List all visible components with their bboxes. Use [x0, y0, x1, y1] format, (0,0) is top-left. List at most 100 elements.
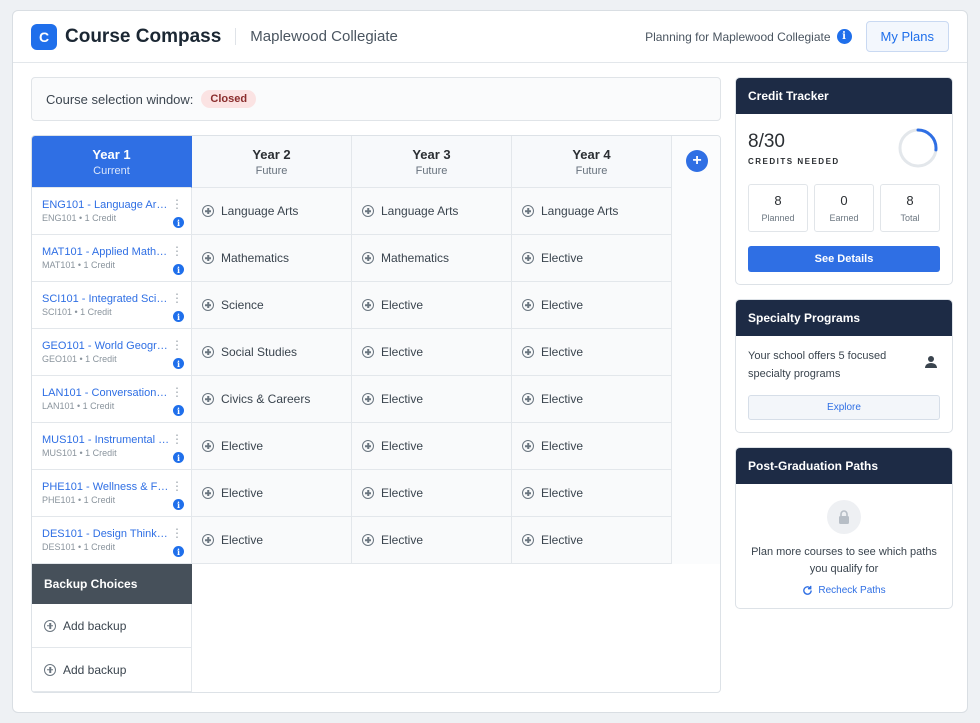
add-course-slot[interactable]: Elective	[512, 517, 672, 564]
info-icon[interactable]: i	[173, 217, 184, 228]
add-alternate-slot[interactable]: Add backup	[32, 604, 192, 648]
planned-course-card[interactable]: MAT101 - Applied Mathematics MAT101 • 1 C…	[32, 235, 192, 282]
info-icon[interactable]: i	[173, 264, 184, 275]
course-name[interactable]: DES101 - Design Thinking Lab	[42, 528, 170, 540]
add-course-slot[interactable]: Elective	[352, 376, 512, 423]
course-name[interactable]: PHE101 - Wellness & Fitness	[42, 481, 170, 493]
refresh-icon	[803, 586, 813, 596]
explore-button[interactable]: Explore	[748, 395, 940, 421]
add-course-slot[interactable]: Language Arts	[192, 188, 352, 235]
plus-circle-icon	[362, 440, 374, 452]
course-meta: MUS101 • 1 Credit	[42, 448, 117, 458]
add-course-slot[interactable]: Mathematics	[192, 235, 352, 282]
planned-course-card[interactable]: MUS101 - Instrumental Music MUS101 • 1 Cr…	[32, 423, 192, 470]
slot-label: Language Arts	[381, 204, 459, 218]
plus-circle-icon	[202, 299, 214, 311]
add-course-slot[interactable]: Civics & Careers	[192, 376, 352, 423]
add-course-slot[interactable]: Elective	[352, 282, 512, 329]
planned-course-card[interactable]: DES101 - Design Thinking Lab DES101 • 1 C…	[32, 517, 192, 564]
credits-caption: CREDITS NEEDED	[748, 156, 840, 166]
credit-stat: 8 Total	[880, 184, 940, 232]
add-column-area: +	[672, 136, 720, 564]
planned-course-card[interactable]: PHE101 - Wellness & Fitness PHE101 • 1 Cr…	[32, 470, 192, 517]
course-meta: DES101 • 1 Credit	[42, 542, 116, 552]
add-course-slot[interactable]: Elective	[192, 423, 352, 470]
more-options-icon[interactable]: ⋮	[171, 433, 183, 445]
info-icon[interactable]: i	[836, 29, 852, 44]
plus-circle-icon	[362, 346, 374, 358]
plus-circle-icon	[202, 252, 214, 264]
recheck-paths-link[interactable]: Recheck Paths	[748, 585, 940, 596]
info-icon[interactable]: i	[173, 311, 184, 322]
add-course-slot[interactable]: Elective	[352, 329, 512, 376]
add-course-slot[interactable]: Elective	[352, 423, 512, 470]
see-details-button[interactable]: See Details	[748, 246, 940, 272]
specialty-text: Your school offers 5 focused specialty p…	[748, 350, 887, 380]
add-course-slot[interactable]: Elective	[512, 329, 672, 376]
add-course-slot[interactable]: Science	[192, 282, 352, 329]
more-options-icon[interactable]: ⋮	[171, 245, 183, 257]
planned-course-card[interactable]: SCI101 - Integrated Science SCI101 • 1 Cr…	[32, 282, 192, 329]
view-plans-button[interactable]: My Plans	[865, 21, 949, 52]
add-course-slot[interactable]: Elective	[352, 517, 512, 564]
top-bar: C Course Compass Maplewood Collegiate Pl…	[13, 11, 967, 63]
slot-label: Mathematics	[381, 251, 450, 265]
plus-circle-icon	[522, 205, 534, 217]
more-options-icon[interactable]: ⋮	[171, 527, 183, 539]
add-course-slot[interactable]: Elective	[512, 235, 672, 282]
planned-course-card[interactable]: LAN101 - Conversational Spanish LAN101 • …	[32, 376, 192, 423]
course-name[interactable]: MUS101 - Instrumental Music	[42, 434, 170, 446]
plus-circle-icon	[522, 252, 534, 264]
course-meta: LAN101 • 1 Credit	[42, 401, 115, 411]
status-text: Course selection window:	[46, 91, 194, 107]
column-subtitle: Current	[93, 164, 130, 177]
alternates-heading: Backup Choices	[32, 564, 192, 604]
add-course-slot[interactable]: Mathematics	[352, 235, 512, 282]
planned-course-card[interactable]: ENG101 - Language Arts Foundations ENG101…	[32, 188, 192, 235]
add-course-slot[interactable]: Elective	[512, 423, 672, 470]
info-icon[interactable]: i	[173, 452, 184, 463]
graduation-card-title: Credit Tracker	[736, 78, 952, 114]
slot-label: Elective	[221, 486, 264, 500]
info-icon[interactable]: i	[173, 546, 184, 557]
plus-circle-icon	[202, 534, 214, 546]
plus-circle-icon	[522, 346, 534, 358]
column-header: Year 2 Future	[192, 136, 352, 188]
add-year-button[interactable]: +	[686, 150, 708, 172]
add-course-slot[interactable]: Elective	[512, 470, 672, 517]
course-name[interactable]: ENG101 - Language Arts Foundations	[42, 199, 170, 211]
course-name[interactable]: LAN101 - Conversational Spanish	[42, 387, 170, 399]
more-options-icon[interactable]: ⋮	[171, 480, 183, 492]
more-options-icon[interactable]: ⋮	[171, 292, 183, 304]
plus-circle-icon	[362, 252, 374, 264]
add-alternate-slot[interactable]: Add backup	[32, 648, 192, 692]
course-name[interactable]: MAT101 - Applied Mathematics	[42, 246, 170, 258]
slot-label: Language Arts	[541, 204, 619, 218]
selection-status-banner: Course selection window: Closed	[31, 77, 721, 121]
course-name[interactable]: GEO101 - World Geography	[42, 340, 170, 352]
column-header[interactable]: Year 1 Current	[32, 136, 192, 188]
course-meta: GEO101 • 1 Credit	[42, 354, 117, 364]
plus-circle-icon	[522, 440, 534, 452]
more-options-icon[interactable]: ⋮	[171, 198, 183, 210]
more-options-icon[interactable]: ⋮	[171, 386, 183, 398]
add-course-slot[interactable]: Language Arts	[512, 188, 672, 235]
planned-course-card[interactable]: GEO101 - World Geography GEO101 • 1 Credi…	[32, 329, 192, 376]
course-name[interactable]: SCI101 - Integrated Science	[42, 293, 170, 305]
plus-circle-icon	[362, 487, 374, 499]
more-options-icon[interactable]: ⋮	[171, 339, 183, 351]
add-course-slot[interactable]: Language Arts	[352, 188, 512, 235]
add-course-slot[interactable]: Elective	[192, 517, 352, 564]
course-meta: PHE101 • 1 Credit	[42, 495, 116, 505]
add-course-slot[interactable]: Elective	[192, 470, 352, 517]
info-icon[interactable]: i	[173, 499, 184, 510]
info-icon[interactable]: i	[173, 405, 184, 416]
info-icon[interactable]: i	[173, 358, 184, 369]
add-course-slot[interactable]: Elective	[512, 376, 672, 423]
slot-label: Civics & Careers	[221, 392, 311, 406]
graduation-card: Credit Tracker 8/30 CREDITS NEEDED 8 Plan…	[735, 77, 953, 285]
add-course-slot[interactable]: Elective	[352, 470, 512, 517]
add-course-slot[interactable]: Elective	[512, 282, 672, 329]
add-course-slot[interactable]: Social Studies	[192, 329, 352, 376]
planning-note: Planning for Maplewood Collegiate i	[645, 29, 852, 44]
